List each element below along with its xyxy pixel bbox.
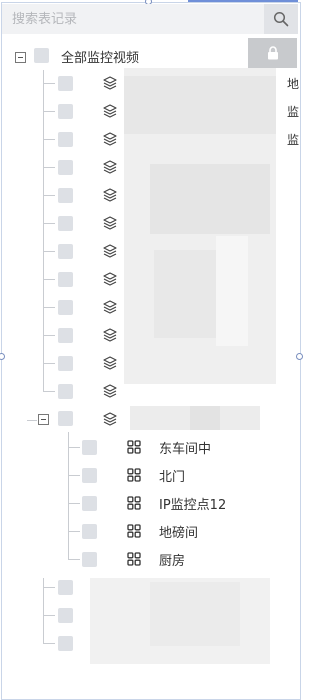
group-collapse-toggle[interactable] xyxy=(38,414,49,425)
camera-label[interactable]: IP监控点12 xyxy=(159,494,226,513)
tree-guide-line xyxy=(43,307,55,308)
layers-icon xyxy=(103,76,117,90)
grid-icon xyxy=(127,524,141,538)
camera-checkbox[interactable] xyxy=(82,496,97,511)
obscured-region xyxy=(150,582,240,646)
layers-icon xyxy=(103,188,117,202)
search-button[interactable] xyxy=(264,4,298,34)
tree-guide-line xyxy=(43,223,55,224)
camera-label[interactable]: 北门 xyxy=(159,466,185,485)
root-checkbox[interactable] xyxy=(34,48,49,63)
tree-item-checkbox[interactable] xyxy=(58,76,73,91)
cut-off-label: 监 xyxy=(287,105,300,119)
lock-button[interactable] xyxy=(248,38,297,68)
tree-guide-line xyxy=(43,587,55,588)
tree-item-checkbox[interactable] xyxy=(58,104,73,119)
camera-checkbox[interactable] xyxy=(82,524,97,539)
tree-guide-line xyxy=(43,195,55,196)
tree-guide-line xyxy=(43,70,44,392)
tree-guide-line xyxy=(43,279,55,280)
tree-item-checkbox[interactable] xyxy=(58,244,73,259)
tree-guide-line xyxy=(68,475,80,476)
panel-active-edge xyxy=(188,0,298,2)
camera-checkbox[interactable] xyxy=(82,552,97,567)
layers-icon xyxy=(103,272,117,286)
camera-label[interactable]: 东车间中 xyxy=(159,438,211,457)
layers-icon xyxy=(103,300,117,314)
layers-icon xyxy=(103,132,117,146)
tree-item-checkbox[interactable] xyxy=(58,132,73,147)
obscured-region xyxy=(190,406,220,430)
tree-item-checkbox[interactable] xyxy=(58,188,73,203)
root-collapse-toggle[interactable] xyxy=(15,52,26,63)
resize-handle-right[interactable] xyxy=(296,353,303,360)
camera-checkbox[interactable] xyxy=(82,468,97,483)
tree-guide-line xyxy=(43,83,55,84)
layers-icon xyxy=(103,412,117,426)
tree-guide-line xyxy=(43,251,55,252)
cut-off-label: 地 xyxy=(287,77,300,91)
tree-guide-line xyxy=(68,531,80,532)
grid-icon xyxy=(127,468,141,482)
camera-checkbox[interactable] xyxy=(82,440,97,455)
layers-icon xyxy=(103,244,117,258)
camera-label[interactable]: 地磅间 xyxy=(159,522,198,541)
camera-label[interactable]: 厨房 xyxy=(159,550,185,569)
tree-guide-line xyxy=(68,559,80,560)
search-icon xyxy=(273,11,289,27)
layers-icon xyxy=(103,384,117,398)
tree-guide-line xyxy=(43,391,55,392)
tree-item-checkbox[interactable] xyxy=(58,384,73,399)
obscured-region xyxy=(150,164,270,234)
tree-guide-line xyxy=(43,363,55,364)
tree-item-checkbox[interactable] xyxy=(58,328,73,343)
tree-guide-line xyxy=(43,111,55,112)
grid-icon xyxy=(127,552,141,566)
tree-item-checkbox[interactable] xyxy=(58,580,73,595)
grid-icon xyxy=(127,496,141,510)
layers-icon xyxy=(103,160,117,174)
tree-guide-line xyxy=(27,420,37,421)
tree-guide-line xyxy=(43,615,55,616)
cut-off-label: 监 xyxy=(287,133,300,147)
search-bar xyxy=(2,4,298,34)
tree-guide-line xyxy=(43,643,55,644)
tree-item-checkbox[interactable] xyxy=(58,216,73,231)
obscured-region xyxy=(216,236,248,346)
search-input[interactable] xyxy=(2,4,260,34)
layers-icon xyxy=(103,216,117,230)
obscured-region xyxy=(124,76,276,134)
layers-icon xyxy=(103,328,117,342)
tree-item-checkbox[interactable] xyxy=(58,636,73,651)
grid-icon xyxy=(127,440,141,454)
tree-guide-line xyxy=(68,432,69,559)
tree-item-checkbox[interactable] xyxy=(58,608,73,623)
tree-guide-line xyxy=(43,167,55,168)
tree-item-checkbox[interactable] xyxy=(58,300,73,315)
tree-guide-line xyxy=(68,447,80,448)
tree-item-checkbox[interactable] xyxy=(58,272,73,287)
tree-guide-line xyxy=(68,503,80,504)
layers-icon xyxy=(103,356,117,370)
tree-root-label: 全部监控视频 xyxy=(61,51,140,66)
tree-guide-line xyxy=(43,335,55,336)
layers-icon xyxy=(103,104,117,118)
tree-item-checkbox[interactable] xyxy=(58,356,73,371)
group-checkbox[interactable] xyxy=(58,411,73,426)
tree-guide-line xyxy=(43,139,55,140)
lock-icon xyxy=(267,46,278,60)
tree-item-checkbox[interactable] xyxy=(58,160,73,175)
